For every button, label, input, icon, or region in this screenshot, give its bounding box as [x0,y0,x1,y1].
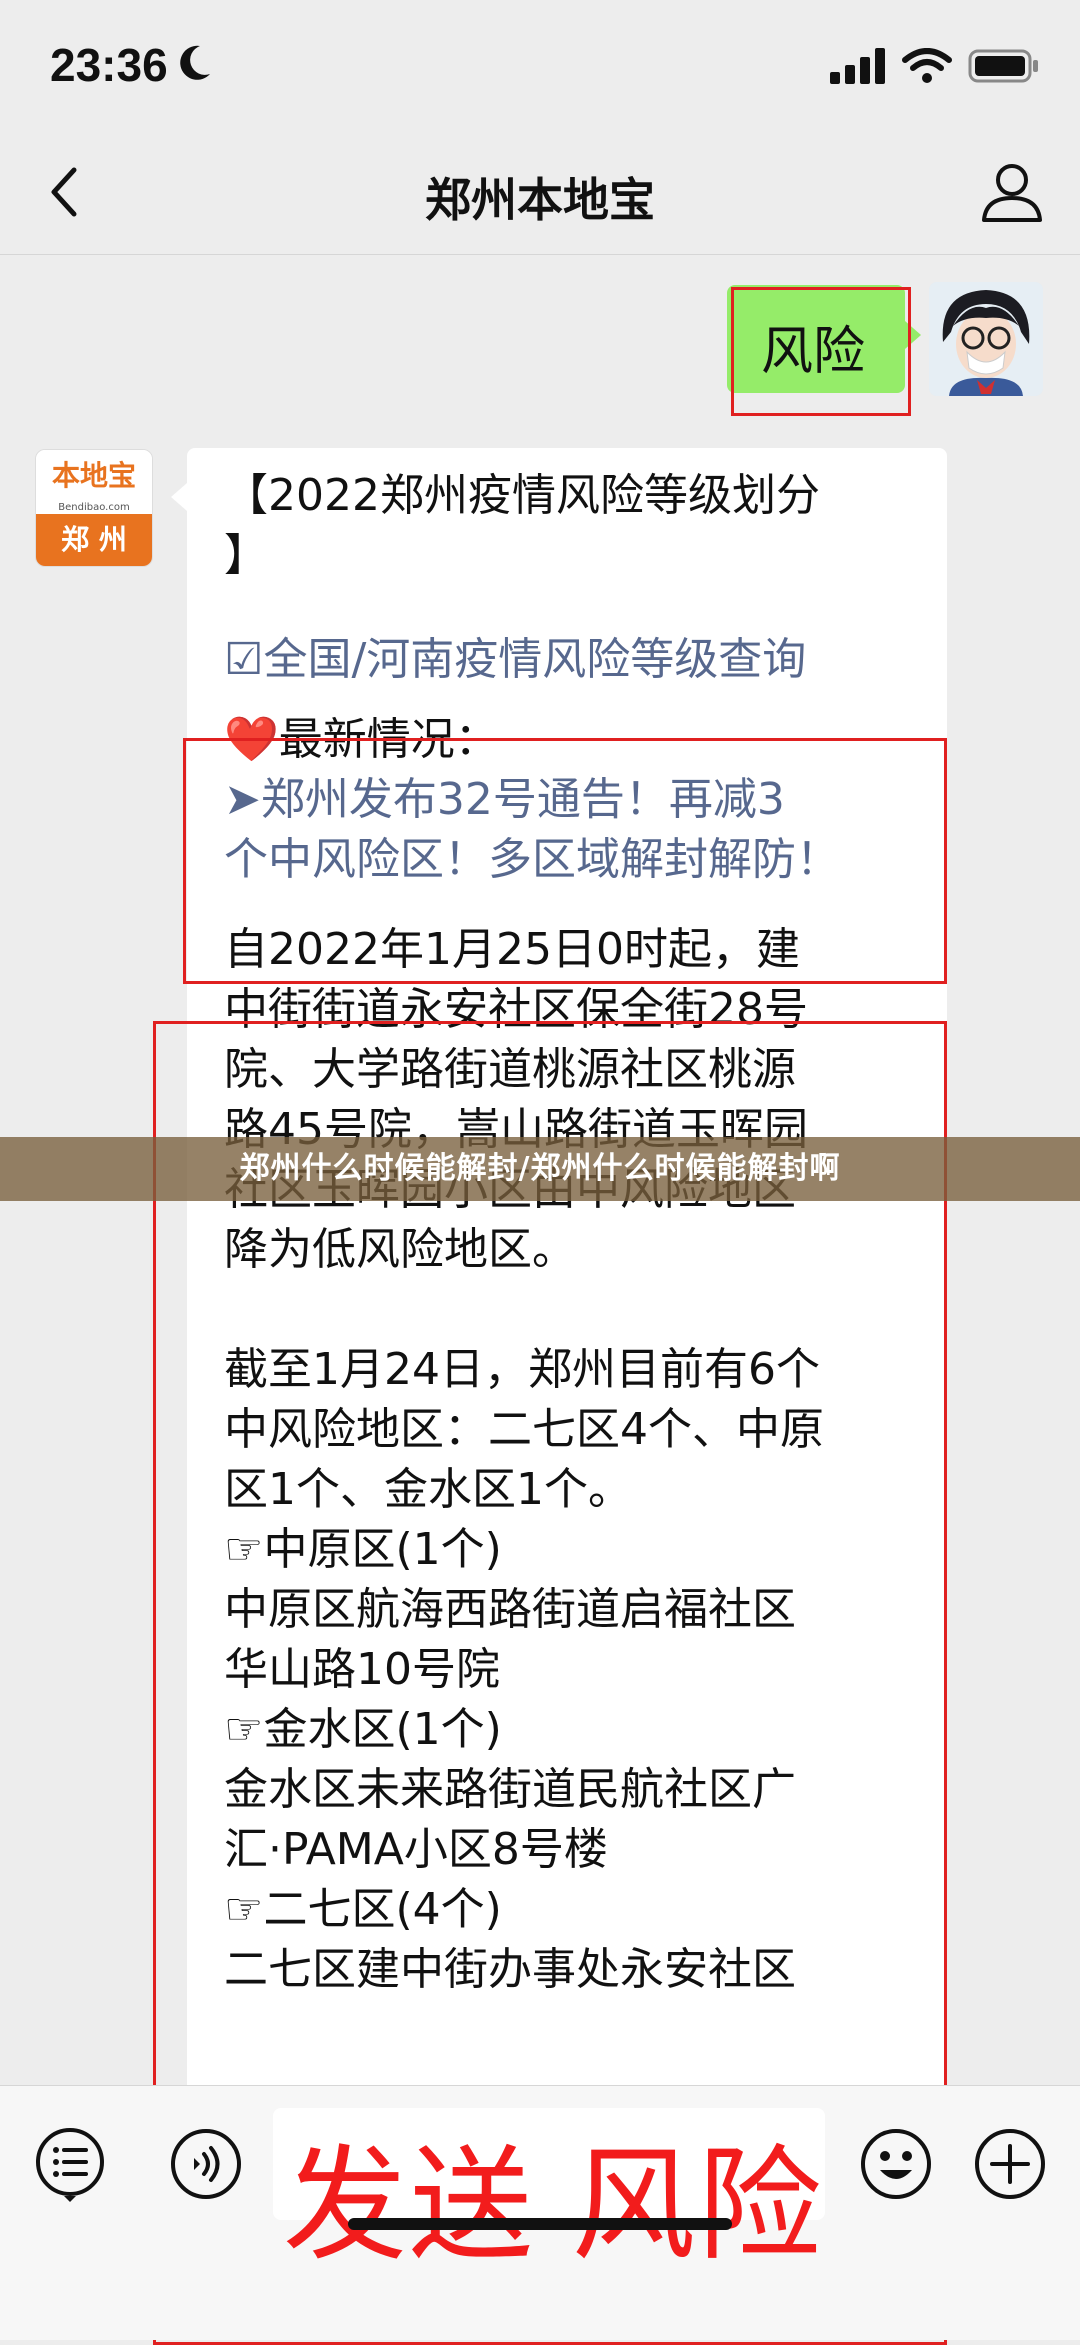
bubble-arrow [171,483,187,511]
add-icon[interactable] [972,2126,1048,2202]
message-heading-end: 】 [224,530,268,581]
profile-icon[interactable] [978,158,1046,226]
status-time: 23:36 [50,39,168,91]
signal-icon [830,48,885,84]
message-heading: 【2022郑州疫情风险等级划分 [224,470,820,521]
home-indicator[interactable] [348,2218,732,2230]
user-avatar-image [929,282,1043,396]
voice-icon[interactable] [168,2126,244,2202]
battery-icon [968,49,1038,83]
overlay-instruction: 发送 风险 [283,2137,824,2275]
emoji-icon[interactable] [858,2126,934,2202]
logo-city: 郑 州 [36,514,152,566]
logo-subtext: Bendibao.com [58,502,130,513]
highlight-box-latest [183,738,947,984]
watermark-banner: 郑州什么时候能解封/郑州什么时候能解封啊 [0,1137,1080,1201]
query-link[interactable]: ☑全国/河南疫情风险等级查询 [224,630,924,690]
nav-bar: 郑州本地宝 [0,130,1080,255]
moon-icon [180,45,210,80]
highlight-box-my-message [731,287,911,416]
avatar[interactable]: 本地宝 Bendibao.com 郑 州 [35,449,153,567]
wifi-icon [902,48,952,83]
input-bar: 发送 风险 [0,2085,1080,2340]
status-bar: 23:36 [0,0,1080,130]
page-title: 郑州本地宝 [425,173,655,227]
system-icons [830,48,1040,84]
avatar[interactable] [929,282,1043,396]
menu-list-icon[interactable] [32,2126,108,2202]
